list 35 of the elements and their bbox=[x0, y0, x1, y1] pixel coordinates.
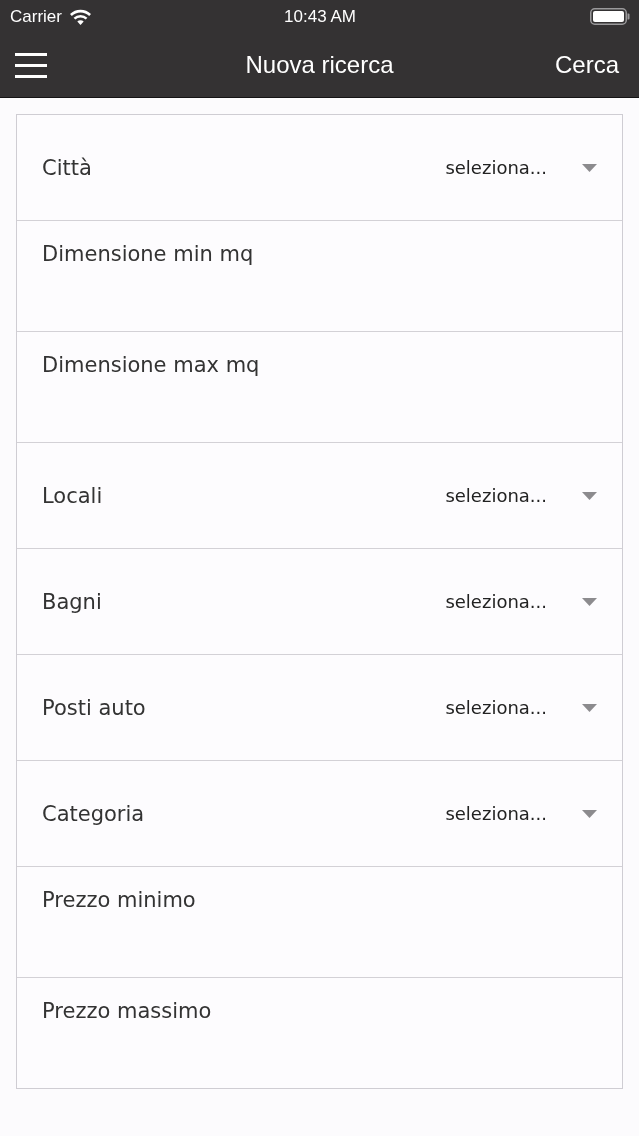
menu-icon[interactable] bbox=[15, 52, 47, 78]
input-field[interactable]: Dimensione min mq bbox=[17, 221, 622, 332]
field-label: Categoria bbox=[42, 800, 146, 827]
caret-icon bbox=[582, 163, 597, 172]
input-field[interactable]: Prezzo massimo bbox=[17, 978, 622, 1088]
field-label: Dimensione min mq bbox=[42, 241, 255, 267]
field-label: Città bbox=[42, 154, 93, 181]
search-button[interactable]: Cerca bbox=[554, 51, 619, 79]
dropdown[interactable]: Posti auto seleziona... bbox=[17, 655, 622, 761]
caret-icon bbox=[582, 809, 597, 818]
dropdown[interactable]: Categoria seleziona... bbox=[17, 761, 622, 867]
wifi-icon bbox=[69, 8, 91, 25]
dropdown-placeholder: seleziona... bbox=[445, 485, 547, 506]
field-label: Locali bbox=[42, 482, 104, 509]
screen-title: Nuova ricerca bbox=[245, 51, 394, 79]
caret-icon bbox=[582, 597, 597, 606]
carrier-name: Carrier bbox=[10, 6, 62, 27]
field-label: Prezzo minimo bbox=[42, 887, 197, 913]
caret-icon bbox=[582, 703, 597, 712]
field-label: Prezzo massimo bbox=[42, 998, 213, 1024]
status-time: 10:43 AM bbox=[284, 6, 356, 27]
field-label: Posti auto bbox=[42, 694, 147, 721]
caret-icon bbox=[582, 491, 597, 500]
field-label: Bagni bbox=[42, 588, 103, 615]
input-field[interactable]: Dimensione max mq bbox=[17, 332, 622, 443]
input-field[interactable]: Prezzo minimo bbox=[17, 867, 622, 978]
dropdown-placeholder: seleziona... bbox=[445, 591, 547, 612]
dropdown[interactable]: Bagni seleziona... bbox=[17, 549, 622, 655]
field-label: Dimensione max mq bbox=[42, 352, 261, 378]
dropdown-placeholder: seleziona... bbox=[445, 157, 547, 178]
dropdown[interactable]: Città seleziona... bbox=[17, 115, 622, 221]
dropdown-placeholder: seleziona... bbox=[445, 697, 547, 718]
dropdown-placeholder: seleziona... bbox=[445, 803, 547, 824]
battery-icon bbox=[590, 8, 630, 25]
dropdown[interactable]: Locali seleziona... bbox=[17, 443, 622, 549]
